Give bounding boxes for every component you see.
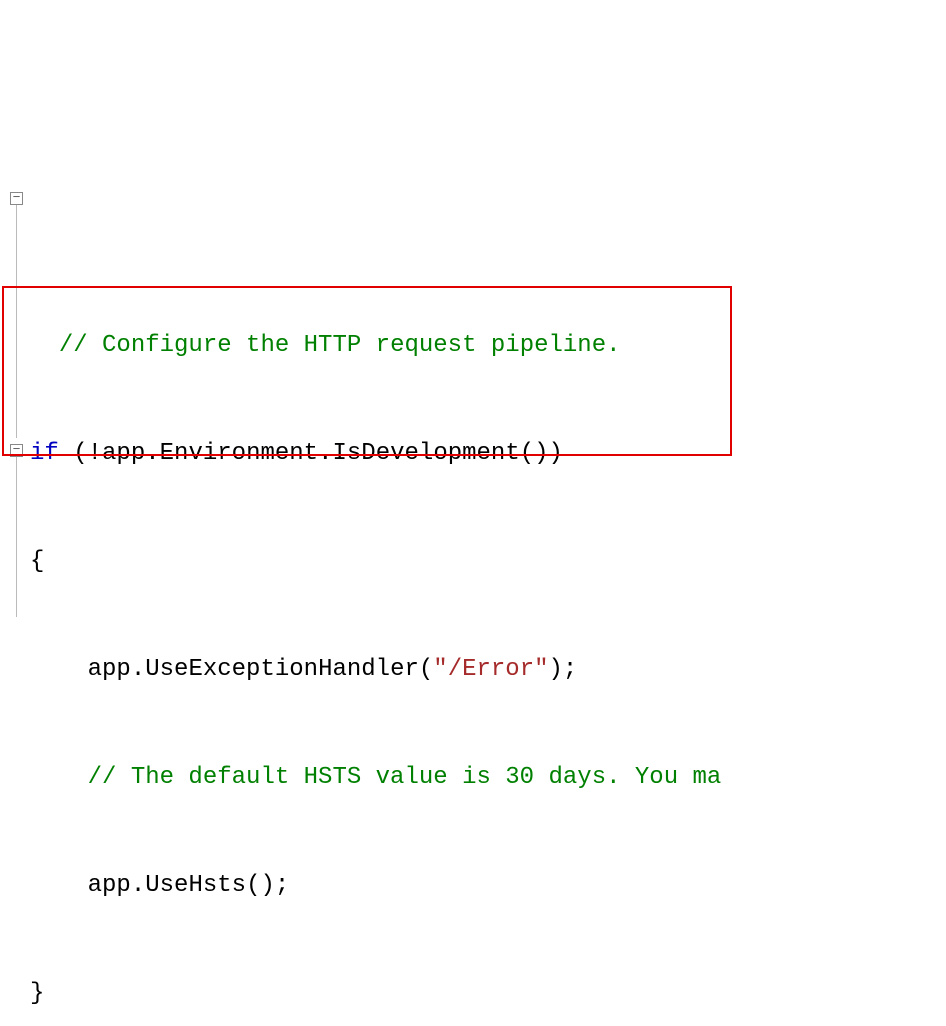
comment-text: // The default HSTS value is 30 days. Yo…: [88, 764, 722, 791]
operator-not: !: [88, 440, 102, 467]
code-editor[interactable]: − − // Configure the HTTP request pipeli…: [0, 144, 946, 1026]
parens: (): [520, 440, 549, 467]
code-line[interactable]: {: [30, 544, 946, 580]
brace-close: }: [30, 980, 44, 1007]
paren: (: [73, 440, 87, 467]
fold-line-if: [16, 205, 17, 438]
comment-text: // Configure the HTTP request pipeline.: [59, 332, 621, 359]
parens-semi: ();: [246, 872, 289, 899]
paren-semi: );: [549, 656, 578, 683]
identifier: UseHsts: [145, 872, 246, 899]
identifier: UseExceptionHandler: [145, 656, 419, 683]
gutter: − −: [0, 144, 26, 1026]
dot: .: [131, 872, 145, 899]
code-line[interactable]: app.UseHsts();: [30, 868, 946, 904]
identifier: app: [102, 440, 145, 467]
fold-toggle-else[interactable]: −: [10, 444, 23, 457]
keyword-if: if: [30, 440, 59, 467]
identifier: Environment: [160, 440, 318, 467]
code-line[interactable]: // Configure the HTTP request pipeline.: [30, 328, 946, 364]
code-line[interactable]: app.UseExceptionHandler("/Error");: [30, 652, 946, 688]
fold-toggle-if[interactable]: −: [10, 192, 23, 205]
code-line[interactable]: }: [30, 976, 946, 1012]
dot: .: [145, 440, 159, 467]
paren: ): [549, 440, 563, 467]
dot: .: [131, 656, 145, 683]
string-literal: "/Error": [433, 656, 548, 683]
identifier: IsDevelopment: [333, 440, 520, 467]
brace-open: {: [30, 548, 44, 575]
code-line[interactable]: if (!app.Environment.IsDevelopment()): [30, 436, 946, 472]
identifier: app: [88, 872, 131, 899]
code-line[interactable]: // The default HSTS value is 30 days. Yo…: [30, 760, 946, 796]
identifier: app: [88, 656, 131, 683]
dot: .: [318, 440, 332, 467]
fold-line-else: [16, 457, 17, 617]
paren: (: [419, 656, 433, 683]
